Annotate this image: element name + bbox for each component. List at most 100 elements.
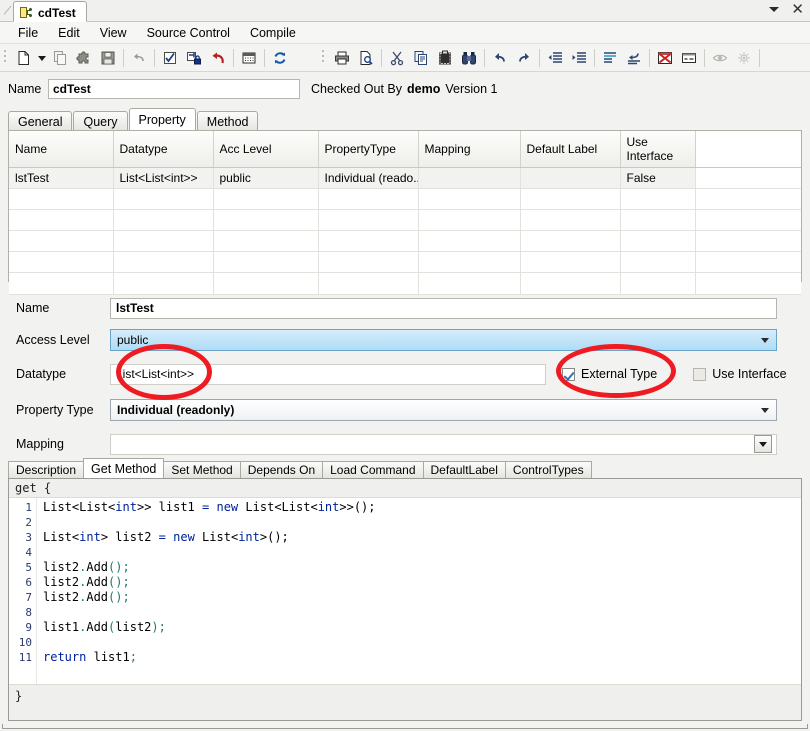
code-editor[interactable]: get { 1 2 3 4 5 6 7 8 9 10 11 List<List<int>> list… [8,478,802,721]
refresh-icon [274,51,286,64]
tab-depends-on[interactable]: Depends On [239,461,324,478]
tab-property[interactable]: Property [128,108,196,130]
tab-method[interactable]: Method [196,111,259,130]
document-tab-cdtest[interactable]: cdTest [13,1,87,22]
cut-button[interactable] [385,46,409,70]
grid-col-datatype[interactable]: Datatype [113,131,214,168]
name-label: Name [8,82,42,96]
outdent-button[interactable] [543,46,567,70]
print-button[interactable] [330,46,354,70]
grid-col-use-interface[interactable]: Use Interface [620,131,696,168]
undo2-button[interactable] [488,46,512,70]
menu-item-file[interactable]: File [8,24,48,42]
line-number: 8 [25,606,32,619]
tab-description[interactable]: Description [8,461,85,478]
check-out-button[interactable] [158,46,182,70]
find-button[interactable] [457,46,481,70]
code-line: list1.Add(list2); [43,620,166,634]
toolbar-separator [123,48,124,67]
form-use-interface-checkbox[interactable]: Use Interface [693,367,787,381]
uncomment-button[interactable] [622,46,646,70]
toolbar-separator [264,48,265,67]
table-row[interactable] [9,230,801,252]
table-row[interactable] [9,188,801,210]
toolbar-separator [594,48,595,67]
copy-page-icon [54,50,66,65]
grid-col-mapping[interactable]: Mapping [418,131,521,168]
tab-set-method[interactable]: Set Method [163,461,241,478]
line-number: 4 [25,546,32,559]
refresh-button[interactable] [268,46,292,70]
new-button[interactable] [12,46,36,70]
toolbar-grip[interactable] [3,48,10,67]
property-grid[interactable]: Name Datatype Acc Level PropertyType Map… [8,130,802,295]
new-document-icon [18,50,29,65]
application-window: cdTest ✕ File Edit View Source Control C… [0,0,810,731]
chevron-down-icon[interactable] [769,7,780,12]
form-mapping-input[interactable] [110,433,777,455]
close-icon[interactable]: ✕ [791,2,804,17]
checked-out-by-user: demo [407,82,441,96]
hide-button[interactable] [732,46,756,70]
menu-item-view[interactable]: View [90,24,137,42]
toolbar-separator [154,48,155,67]
table-row[interactable]: lstTest List<List<int>> public Individua… [9,167,801,189]
line-number: 6 [25,576,32,589]
form-label-mapping: Mapping [16,437,64,451]
class-file-icon [20,6,33,19]
indent-button[interactable] [567,46,591,70]
form-access-level-combobox[interactable]: public [110,329,777,351]
name-input[interactable]: cdTest [48,79,300,99]
comment-button[interactable] [598,46,622,70]
paste-button[interactable] [433,46,457,70]
grid-col-acc-level[interactable]: Acc Level [213,131,319,168]
toolbar-grip-2[interactable] [321,48,328,67]
grid-col-name[interactable]: Name [9,131,114,168]
toolbar-group-edit [318,45,763,71]
toolbar-separator [484,48,485,67]
property-grid-table: Name Datatype Acc Level PropertyType Map… [9,131,801,295]
tab-query[interactable]: Query [73,111,128,130]
redo-button[interactable] [512,46,536,70]
view-button[interactable] [708,46,732,70]
duplicate-button[interactable] [48,46,72,70]
menu-item-compile[interactable]: Compile [240,24,306,42]
tab-control-types[interactable]: ControlTypes [504,461,592,478]
copy-button[interactable] [409,46,433,70]
clear-breakpoints-button[interactable] [653,46,677,70]
mapping-dropdown-button[interactable] [754,435,772,453]
watch-button[interactable] [677,46,701,70]
form-datatype-input[interactable]: List<List<int>> [110,363,546,385]
form-external-type-checkbox[interactable]: External Type [562,367,657,381]
tab-get-method[interactable]: Get Method [83,458,165,478]
undo-button[interactable] [127,46,151,70]
toolbar [0,44,810,72]
code-line: return list1; [43,650,137,664]
checkout-status: Checked Out By demo Version 1 [311,82,497,96]
form-label-name: Name [16,301,50,315]
menu-item-source-control[interactable]: Source Control [137,24,240,42]
new-dropdown-arrow[interactable] [36,46,48,70]
toolbar-separator [233,48,234,67]
table-row[interactable] [9,251,801,273]
save-button[interactable] [96,46,120,70]
tab-load-command[interactable]: Load Command [322,461,424,478]
form-name-input[interactable]: lstTest [110,297,777,319]
tab-default-label[interactable]: DefaultLabel [422,461,506,478]
grid-col-default-label[interactable]: Default Label [520,131,621,168]
table-row[interactable] [9,209,801,231]
undo-checkout-button[interactable] [206,46,230,70]
check-in-button[interactable] [182,46,206,70]
menu-item-edit[interactable]: Edit [48,24,90,42]
form-property-type-combobox[interactable]: Individual (readonly) [110,398,777,421]
plugin-button[interactable] [72,46,96,70]
grid-col-property-type[interactable]: PropertyType [318,131,419,168]
print-preview-button[interactable] [354,46,378,70]
line-number: 9 [25,621,32,634]
window-controls: ✕ [769,2,804,17]
code-lines[interactable]: List<List<int>> list1 = new List<List<in… [37,498,801,684]
tab-general[interactable]: General [8,111,73,130]
history-button[interactable] [237,46,261,70]
code-editor-body[interactable]: 1 2 3 4 5 6 7 8 9 10 11 List<List<int>> list1 = ne… [9,498,801,684]
